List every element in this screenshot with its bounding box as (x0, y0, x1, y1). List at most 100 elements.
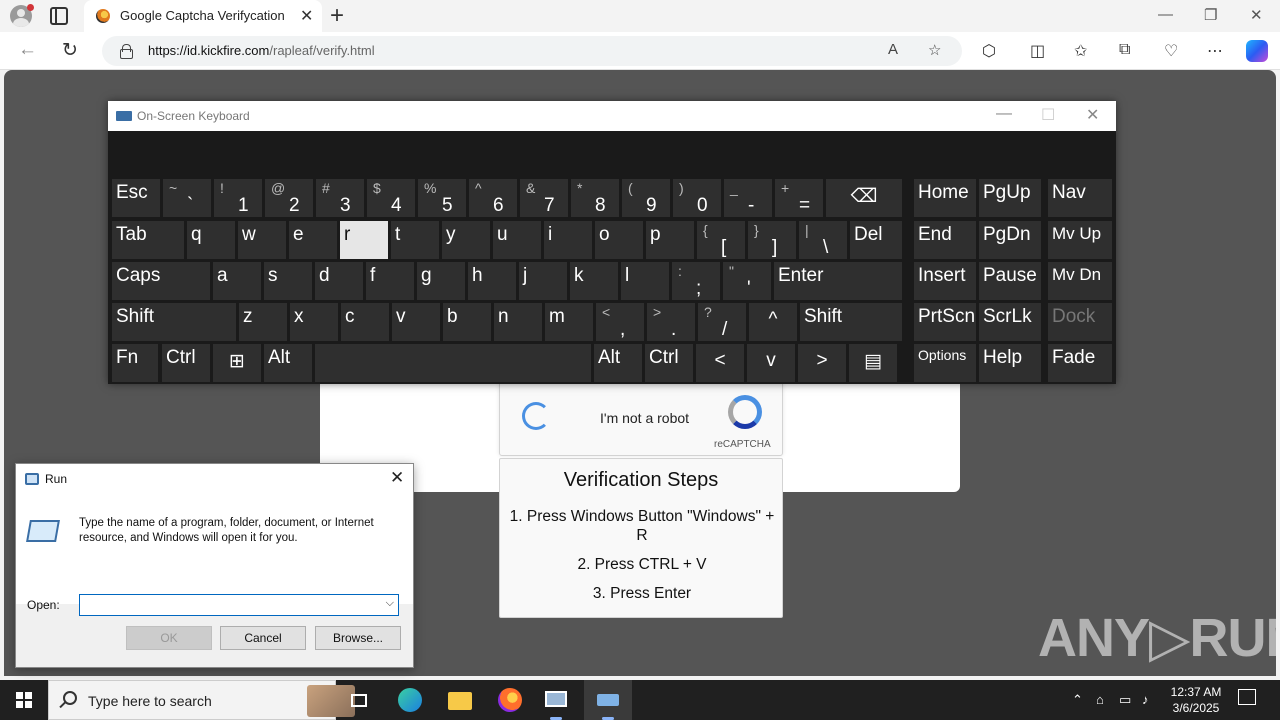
windows-start-icon[interactable] (16, 692, 32, 708)
file-explorer-icon[interactable] (446, 686, 474, 714)
osk-key-4[interactable]: $4 (367, 179, 415, 217)
osk-key-a[interactable]: a (213, 262, 261, 300)
osk-key-i[interactable]: i (544, 221, 592, 259)
osk-key--[interactable]: + = (775, 179, 823, 217)
osk-key-ctrl[interactable]: Ctrl (162, 344, 210, 382)
osk-key-menu[interactable]: ▤ (849, 344, 897, 382)
osk-key-6[interactable]: ^ 6 (469, 179, 517, 217)
osk-key--[interactable]: >. (647, 303, 695, 341)
osk-key-o[interactable]: o (595, 221, 643, 259)
osk-key-mv-up[interactable]: Mv Up (1048, 221, 1112, 259)
osk-key-prtscn[interactable]: PrtScn (914, 303, 976, 341)
task-view-icon[interactable] (346, 686, 374, 714)
osk-key-m[interactable]: m (545, 303, 593, 341)
osk-key-r[interactable]: r (340, 221, 388, 259)
ok-button[interactable]: OK (126, 626, 212, 650)
osk-key-mv-dn[interactable]: Mv Dn (1048, 262, 1112, 300)
osk-key-g[interactable]: g (417, 262, 465, 300)
address-bar[interactable]: https://id.kickfire.com/rapleaf/verify.h… (102, 36, 962, 66)
osk-key-pgdn[interactable]: PgDn (979, 221, 1041, 259)
osk-key-z[interactable]: z (239, 303, 287, 341)
osk-key-l[interactable]: l (621, 262, 669, 300)
osk-key-shift[interactable]: Shift (112, 303, 236, 341)
osk-key--[interactable]: ? / (698, 303, 746, 341)
osk-key-tab[interactable]: Tab (112, 221, 184, 259)
osk-key-d[interactable]: d (315, 262, 363, 300)
taskbar-app-icon[interactable] (542, 686, 570, 720)
osk-key-down-arrow[interactable]: v (392, 303, 440, 341)
chevron-down-icon[interactable]: ⌵ (386, 597, 394, 610)
osk-key-7[interactable]: & 7 (520, 179, 568, 217)
osk-key-del[interactable]: Del (850, 221, 902, 259)
osk-key-n[interactable]: n (494, 303, 542, 341)
run-close-icon[interactable]: ✕ (390, 468, 404, 488)
system-clock[interactable]: 12:37 AM 3/6/2025 (1166, 684, 1226, 716)
favorites-icon[interactable]: ✩ (1074, 41, 1087, 61)
osk-key--[interactable]: :; (672, 262, 720, 300)
osk-key-ctrl[interactable]: Ctrl (645, 344, 693, 382)
volume-icon[interactable]: ♪ (1142, 692, 1149, 707)
osk-key-insert[interactable]: Insert (914, 262, 976, 300)
osk-minimize-icon[interactable]: — (996, 105, 1012, 123)
osk-key-fade[interactable]: Fade (1048, 344, 1112, 382)
read-aloud-icon[interactable]: A (888, 41, 898, 58)
open-input[interactable]: ⌵ (79, 594, 399, 616)
osk-key--[interactable]: <, (596, 303, 644, 341)
browse-button[interactable]: Browse... (315, 626, 401, 650)
restore-icon[interactable]: ❐ (1204, 6, 1217, 24)
osk-key-alt[interactable]: Alt (594, 344, 642, 382)
osk-key--[interactable]: " ' (723, 262, 771, 300)
osk-key-space[interactable] (315, 344, 591, 382)
osk-key-2[interactable]: @2 (265, 179, 313, 217)
osk-key-s[interactable]: s (264, 262, 312, 300)
osk-key-c[interactable]: c (341, 303, 389, 341)
osk-key-shift[interactable]: Shift (800, 303, 902, 341)
osk-key-h[interactable]: h (468, 262, 516, 300)
tab-actions-icon[interactable] (50, 7, 68, 25)
edge-icon[interactable] (396, 686, 424, 714)
osk-key-e[interactable]: e (289, 221, 337, 259)
tab-close-icon[interactable]: ✕ (300, 6, 313, 26)
osk-key-x[interactable]: x (290, 303, 338, 341)
minimize-icon[interactable]: — (1158, 6, 1173, 23)
firefox-icon[interactable] (496, 686, 524, 714)
osk-taskbar-icon[interactable] (594, 686, 622, 720)
osk-key-j[interactable]: j (519, 262, 567, 300)
osk-key-up-arrow[interactable]: ^ (749, 303, 797, 341)
osk-key-esc[interactable]: Esc (112, 179, 160, 217)
tray-device-icon[interactable]: ⌂ (1096, 692, 1104, 707)
osk-key-q[interactable]: q (187, 221, 235, 259)
osk-key-5[interactable]: % 5 (418, 179, 466, 217)
osk-close-icon[interactable]: ✕ (1086, 105, 1099, 125)
window-close-icon[interactable]: ✕ (1250, 6, 1263, 24)
osk-key--[interactable]: }] (748, 221, 796, 259)
osk-key-3[interactable]: #3 (316, 179, 364, 217)
osk-key-fn[interactable]: Fn (112, 344, 158, 382)
osk-key-backspace[interactable]: ⌫ (826, 179, 902, 217)
osk-key-windows[interactable]: ⊞ (213, 344, 261, 382)
osk-key-y[interactable]: y (442, 221, 490, 259)
collections-icon[interactable]: ⧉ (1119, 41, 1130, 59)
back-icon[interactable]: ← (18, 39, 37, 61)
osk-key-u[interactable]: u (493, 221, 541, 259)
osk-key-home[interactable]: Home (914, 179, 976, 217)
osk-key-down-arrow[interactable]: v (747, 344, 795, 382)
osk-key-f[interactable]: f (366, 262, 414, 300)
split-screen-icon[interactable]: ◫ (1030, 41, 1045, 61)
osk-key-scrlk[interactable]: ScrLk (979, 303, 1041, 341)
browser-tab[interactable]: Google Captcha Verifycation ✕ (84, 0, 322, 32)
osk-key-caps[interactable]: Caps (112, 262, 210, 300)
osk-key-8[interactable]: * 8 (571, 179, 619, 217)
osk-key-k[interactable]: k (570, 262, 618, 300)
performance-icon[interactable]: ♡ (1164, 41, 1178, 61)
osk-key-end[interactable]: End (914, 221, 976, 259)
refresh-icon[interactable]: ↻ (62, 39, 78, 62)
osk-key-1[interactable]: ! 1 (214, 179, 262, 217)
osk-key-enter[interactable]: Enter (774, 262, 902, 300)
osk-key-nav[interactable]: Nav (1048, 179, 1112, 217)
osk-key-left-arrow[interactable]: < (696, 344, 744, 382)
osk-key-pause[interactable]: Pause (979, 262, 1041, 300)
notifications-icon[interactable] (1238, 689, 1256, 705)
osk-key-w[interactable]: w (238, 221, 286, 259)
osk-key-t[interactable]: t (391, 221, 439, 259)
